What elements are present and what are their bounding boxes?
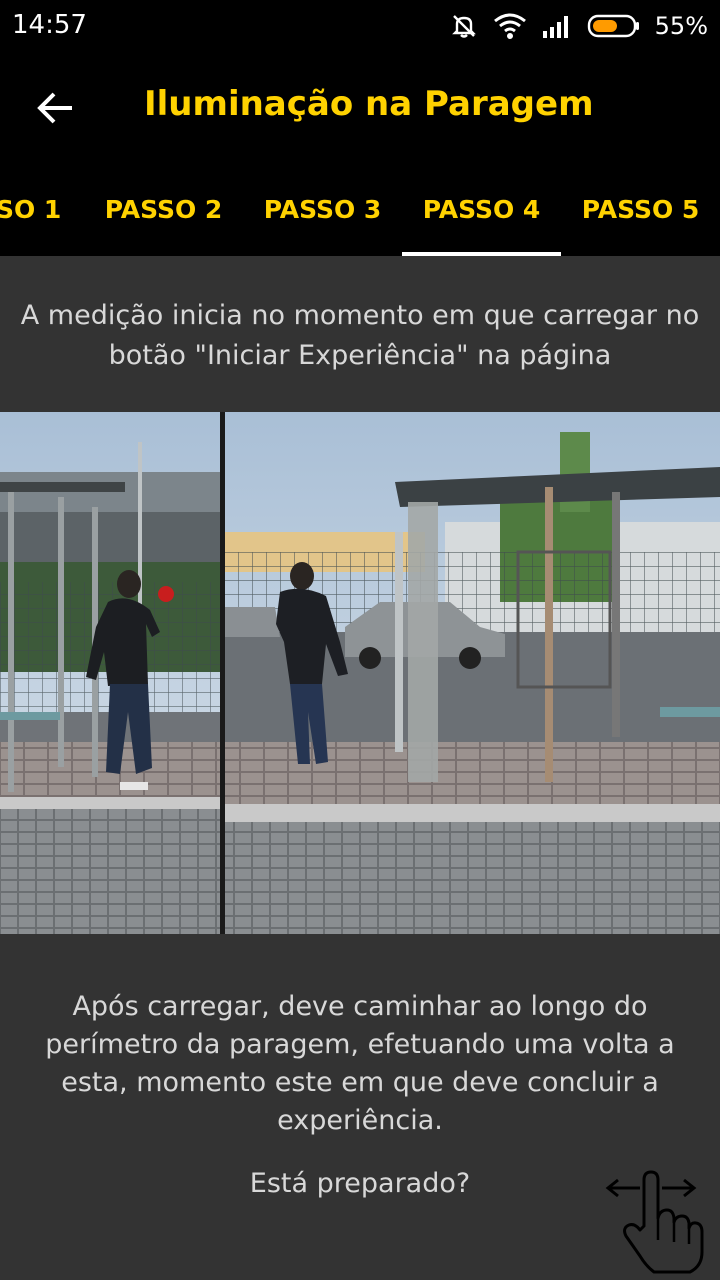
tab-passo-3[interactable]: PASSO 3 [243, 162, 402, 256]
instructions-text: Após carregar, deve caminhar ao longo do… [45, 991, 675, 1136]
status-time: 14:57 [12, 10, 87, 40]
step-tabs: PASSO 1 PASSO 2 PASSO 3 PASSO 4 PASSO 5 [0, 162, 720, 256]
wifi-icon [493, 12, 527, 40]
signal-icon [541, 13, 573, 39]
status-bar: 14:57 55% [0, 0, 720, 52]
screen: 14:57 55% Iluminação na Paragem SO 1 PAS… [0, 0, 720, 1280]
app-bar: Iluminação na Paragem [0, 52, 720, 162]
mute-icon [449, 11, 479, 41]
intro-text: A medição inicia no momento em que carre… [20, 300, 700, 371]
tab-passo-5[interactable]: PASSO 5 [561, 162, 720, 256]
question-text: Está preparado? [249, 1168, 471, 1199]
status-icons: 55% [449, 8, 708, 44]
bus-stop-photo [0, 412, 720, 934]
tab-passo-4[interactable]: PASSO 4 [402, 162, 561, 256]
battery-percent: 55% [654, 12, 708, 40]
bus-stop-illustration [0, 412, 720, 934]
page-title: Iluminação na Paragem [144, 84, 594, 124]
swipe-hand-icon [600, 1166, 710, 1274]
tab-passo-1[interactable]: PASSO 1 [0, 162, 82, 256]
back-button[interactable] [26, 80, 86, 136]
tab-passo-2[interactable]: PASSO 2 [84, 162, 243, 256]
battery-icon [587, 13, 641, 39]
arrow-left-icon [37, 92, 72, 124]
